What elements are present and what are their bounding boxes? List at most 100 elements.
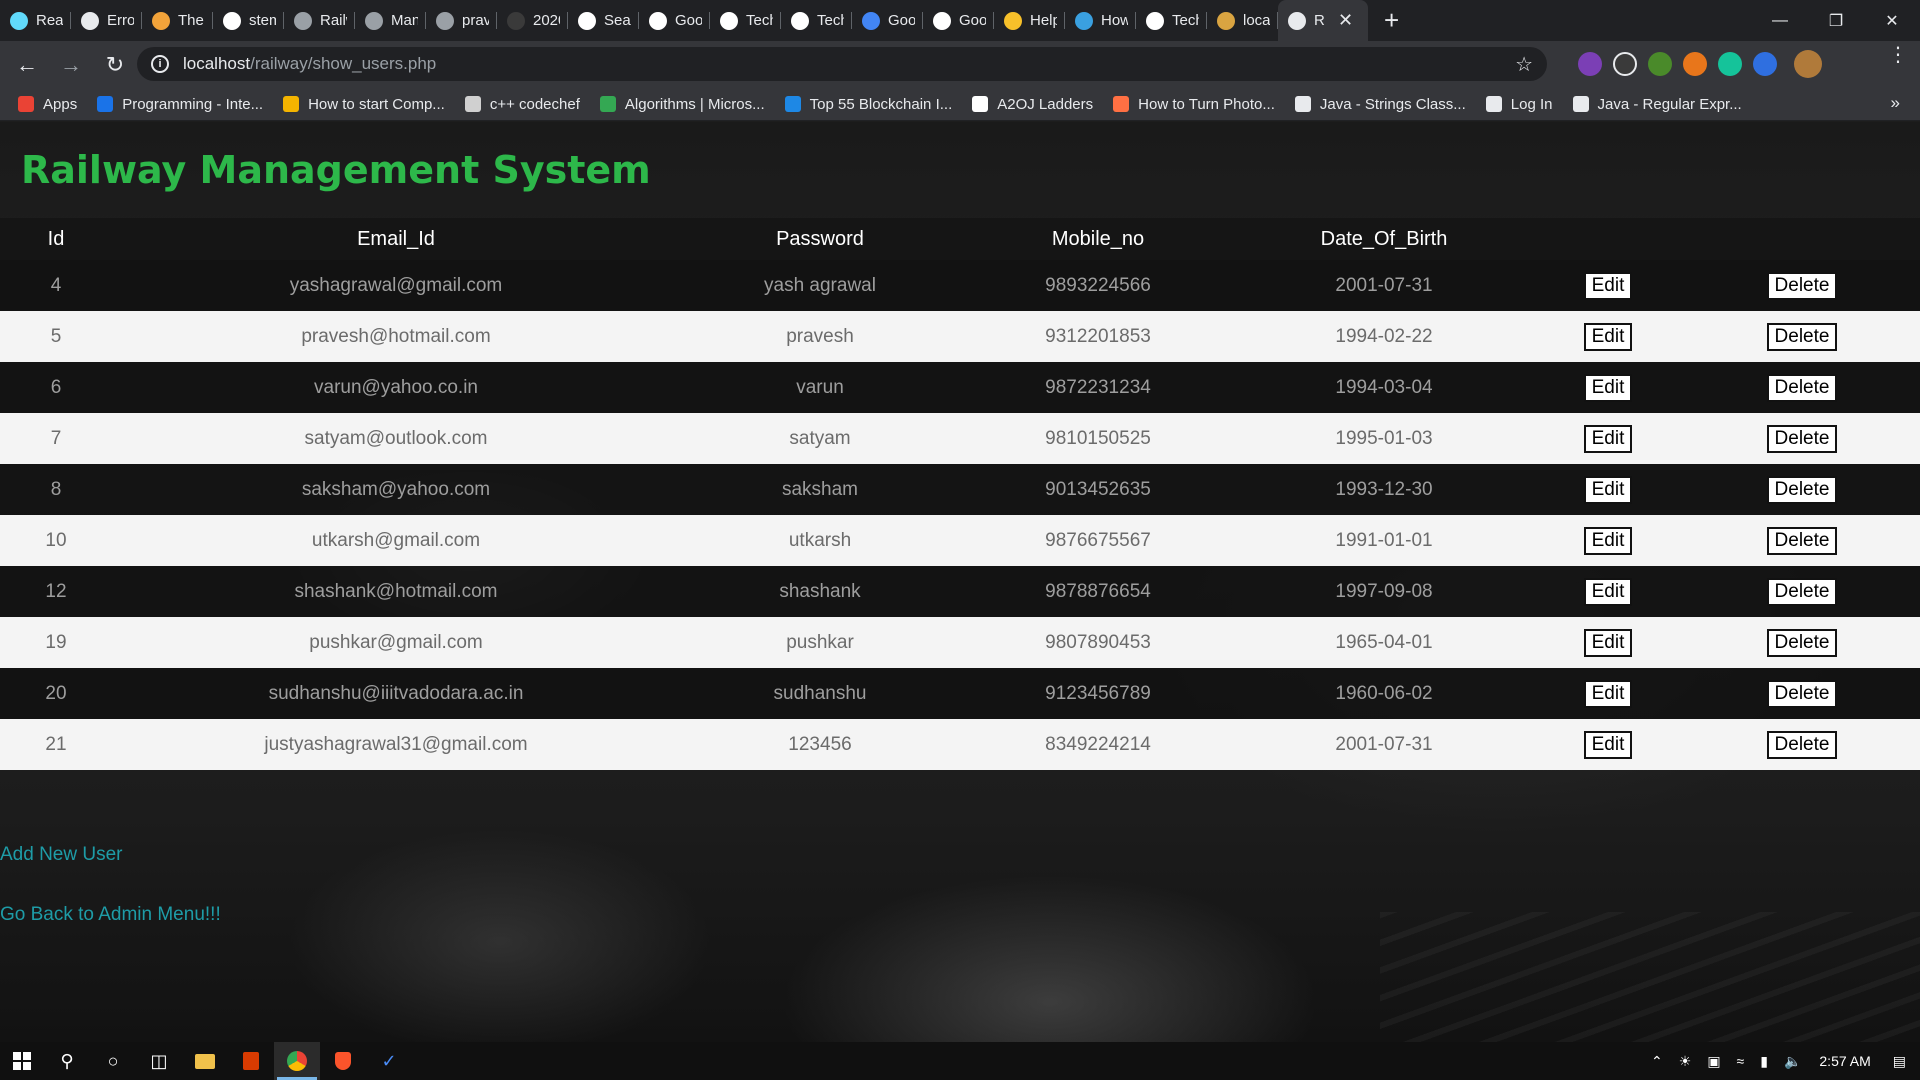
address-bar[interactable]: i localhost/railway/show_users.php ☆ <box>137 47 1547 81</box>
browser-tab[interactable]: Goog <box>639 0 710 41</box>
cell-mobile: 9876675567 <box>960 515 1236 566</box>
bookmark-item[interactable]: Java - Regular Expr... <box>1572 96 1742 113</box>
edit-button[interactable]: Edit <box>1583 475 1633 504</box>
browser-tab[interactable]: Goog <box>852 0 923 41</box>
volume-icon[interactable]: 🔈 <box>1784 1053 1801 1070</box>
new-tab-button[interactable]: + <box>1384 5 1399 36</box>
edit-button[interactable]: Edit <box>1583 628 1633 657</box>
edit-button[interactable]: Edit <box>1583 271 1633 300</box>
bookmark-item[interactable]: Top 55 Blockchain I... <box>784 95 953 113</box>
edit-button[interactable]: Edit <box>1583 526 1633 555</box>
chrome-taskbar-icon[interactable] <box>274 1042 320 1080</box>
grammarly-icon[interactable] <box>1718 52 1742 76</box>
search-icon[interactable]: ⚲ <box>44 1042 90 1080</box>
browser-tab[interactable]: The T <box>142 0 213 41</box>
edit-button[interactable]: Edit <box>1583 730 1633 759</box>
bookmark-item[interactable]: Algorithms | Micros... <box>599 96 765 113</box>
browser-tab[interactable]: R ✕ <box>1278 0 1368 41</box>
browser-tab[interactable]: stem <box>213 0 284 41</box>
todo-taskbar-icon[interactable]: ✓ <box>366 1042 412 1080</box>
bookmark-item[interactable]: Java - Strings Class... <box>1294 96 1466 113</box>
tray-app-icon[interactable]: ☀ <box>1679 1053 1692 1070</box>
office-icon[interactable] <box>228 1042 274 1080</box>
delete-button[interactable]: Delete <box>1766 628 1838 657</box>
delete-button-cell: Delete <box>1684 311 1920 362</box>
task-view-icon[interactable]: ◫ <box>136 1042 182 1080</box>
browser-tab[interactable]: prave <box>426 0 497 41</box>
wifi-icon[interactable]: ≈ <box>1737 1053 1745 1069</box>
bookmark-item[interactable]: How to start Comp... <box>283 96 445 113</box>
bookmark-item[interactable]: Programming - Inte... <box>97 96 263 113</box>
delete-button[interactable]: Delete <box>1766 373 1838 402</box>
edit-button[interactable]: Edit <box>1583 373 1633 402</box>
more-bookmarks-icon[interactable]: » <box>1891 93 1900 113</box>
edit-button[interactable]: Edit <box>1583 424 1633 453</box>
notifications-icon[interactable]: ▤ <box>1893 1053 1906 1070</box>
delete-button[interactable]: Delete <box>1766 322 1838 351</box>
browser-tab[interactable]: Railw <box>284 0 355 41</box>
tab-label: locall <box>1243 12 1270 29</box>
forward-icon[interactable]: → <box>54 48 88 82</box>
cell-mobile: 9872231234 <box>960 362 1236 413</box>
close-tab-icon[interactable]: ✕ <box>1338 10 1353 31</box>
close-window-icon[interactable]: ✕ <box>1864 0 1920 41</box>
browser-tab[interactable]: Help: <box>994 0 1065 41</box>
back-to-admin-link[interactable]: Go Back to Admin Menu!!! <box>0 904 221 926</box>
tree-extension-icon[interactable] <box>1648 52 1672 76</box>
bookmark-label: Top 55 Blockchain I... <box>809 95 953 113</box>
tray-display-icon[interactable]: ▣ <box>1707 1053 1720 1070</box>
browser-tab[interactable]: Error <box>71 0 142 41</box>
tab-label: 2020 <box>533 12 560 29</box>
bookmark-item[interactable]: A2OJ Ladders <box>972 96 1093 113</box>
tray-chevron-icon[interactable]: ⌃ <box>1651 1053 1663 1070</box>
edit-button[interactable]: Edit <box>1583 322 1633 351</box>
delete-button[interactable]: Delete <box>1766 577 1838 606</box>
bookmark-favicon-icon <box>1113 96 1130 112</box>
delete-button[interactable]: Delete <box>1766 475 1838 504</box>
cell-id: 4 <box>0 260 112 311</box>
battery-icon[interactable]: ▮ <box>1760 1053 1768 1070</box>
browser-tab[interactable]: Techn <box>781 0 852 41</box>
delete-button[interactable]: Delete <box>1766 679 1838 708</box>
extension-icon[interactable] <box>1578 52 1602 76</box>
delete-button[interactable]: Delete <box>1766 271 1838 300</box>
back-icon[interactable]: ← <box>10 48 44 82</box>
bookmark-star-icon[interactable]: ☆ <box>1515 52 1533 77</box>
delete-button[interactable]: Delete <box>1766 526 1838 555</box>
metamask-icon[interactable] <box>1683 52 1707 76</box>
edit-button[interactable]: Edit <box>1583 577 1633 606</box>
browser-tab[interactable]: Techn <box>710 0 781 41</box>
delete-button[interactable]: Delete <box>1766 424 1838 453</box>
brave-icon[interactable] <box>320 1042 366 1080</box>
restore-icon[interactable]: ❐ <box>1808 0 1864 41</box>
browser-tab[interactable]: locall <box>1207 0 1278 41</box>
clock[interactable]: 2:57 AM <box>1819 1053 1870 1069</box>
file-explorer-icon[interactable] <box>182 1042 228 1080</box>
bookmark-item[interactable]: Apps <box>18 96 77 113</box>
cortana-icon[interactable]: ○ <box>90 1042 136 1080</box>
cell-dob: 1960-06-02 <box>1236 668 1532 719</box>
browser-tab[interactable]: Goog <box>923 0 994 41</box>
table-header-row: Id Email_Id Password Mobile_no Date_Of_Birth <box>0 218 1920 260</box>
minimize-icon[interactable]: — <box>1752 0 1808 41</box>
edit-button-cell: Edit <box>1532 719 1684 770</box>
edit-button[interactable]: Edit <box>1583 679 1633 708</box>
delete-button[interactable]: Delete <box>1766 730 1838 759</box>
bookmark-item[interactable]: Log In <box>1485 96 1553 113</box>
todo-extension-icon[interactable] <box>1753 52 1777 76</box>
browser-menu-icon[interactable]: ⋮ <box>1888 45 1908 65</box>
start-icon[interactable] <box>0 1042 44 1080</box>
browser-tab[interactable]: How <box>1065 0 1136 41</box>
reload-icon[interactable]: ↻ <box>98 48 132 82</box>
browser-tab[interactable]: Mana <box>355 0 426 41</box>
add-new-user-link[interactable]: Add New User <box>0 844 123 866</box>
browser-tab[interactable]: Seasc <box>568 0 639 41</box>
site-info-icon[interactable]: i <box>151 55 169 73</box>
bookmark-item[interactable]: How to Turn Photo... <box>1113 96 1275 113</box>
react-devtools-icon[interactable] <box>1613 52 1637 76</box>
browser-tab[interactable]: Techn <box>1136 0 1207 41</box>
browser-tab[interactable]: React <box>0 0 71 41</box>
browser-tab[interactable]: 2020 <box>497 0 568 41</box>
profile-avatar[interactable] <box>1794 50 1822 78</box>
bookmark-item[interactable]: c++ codechef <box>464 96 580 113</box>
